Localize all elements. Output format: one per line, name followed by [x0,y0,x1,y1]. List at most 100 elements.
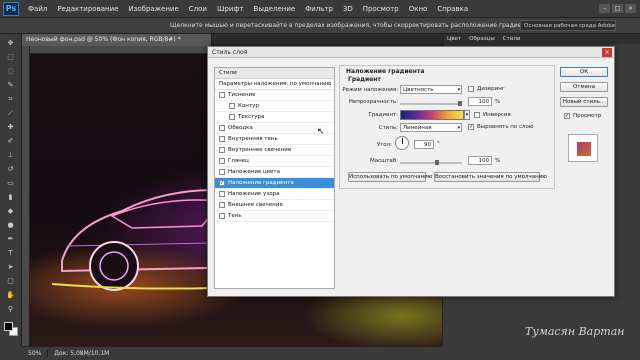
menu-type[interactable]: Шрифт [212,5,249,13]
opacity-slider[interactable] [400,101,462,106]
style-item[interactable]: Наложение цвета [215,167,334,178]
document-tab[interactable]: Неоновый фон.psd @ 50% (Фон копия, RGB/8… [22,34,212,46]
tab-styles[interactable]: Стили [499,34,525,44]
reverse-check[interactable] [474,112,480,118]
style-item-checkbox[interactable]: ✓ [219,180,225,186]
crop-tool-icon[interactable]: ⌗ [4,94,18,104]
style-item-checkbox[interactable] [219,202,225,208]
style-item[interactable]: Глянец [215,156,334,167]
tab-color[interactable]: Цвет [443,34,465,44]
brush-tool-icon[interactable]: ✐ [4,136,18,146]
opacity-input[interactable]: 100 [468,97,492,106]
style-item-checkbox[interactable] [219,213,225,219]
watermark: Тумасян Вартан [525,325,625,338]
preview-checkbox[interactable]: ✓ Просмотр [564,113,601,119]
window-controls: – □ × [599,4,640,13]
gradient-picker[interactable] [400,110,464,120]
gradient-dropdown-icon[interactable]: ▾ [464,110,470,120]
new-style-button[interactable]: Новый стиль... [560,97,608,107]
blending-options-item[interactable]: Параметры наложения: по умолчанию [215,79,334,90]
preview-check[interactable]: ✓ [564,113,570,119]
status-bar: 50% Док: 5,08M/10,1M [22,346,442,360]
style-preview [568,134,598,162]
style-item[interactable]: Тень [215,211,334,222]
gradient-overlay-settings: Наложение градиента Градиент Режим налож… [339,65,555,189]
dodge-tool-icon[interactable]: ● [4,220,18,230]
marquee-tool-icon[interactable]: ⬚ [4,52,18,62]
scale-slider[interactable] [400,160,462,165]
style-select[interactable]: Линейная ▾ [400,123,462,132]
opacity-label: Непрозрачность: [348,99,398,105]
style-item[interactable]: Наложение узора [215,189,334,200]
style-item[interactable]: Внутреннее свечение [215,145,334,156]
style-item-checkbox[interactable] [219,191,225,197]
menu-help[interactable]: Справка [432,5,473,13]
quick-select-tool-icon[interactable]: ✎ [4,80,18,90]
scale-input[interactable]: 100 [468,156,492,165]
shape-tool-icon[interactable]: ▢ [4,276,18,286]
minimize-button[interactable]: – [599,4,610,13]
eraser-tool-icon[interactable]: ▭ [4,178,18,188]
menu-file[interactable]: Файл [23,5,52,13]
move-tool-icon[interactable]: ✥ [4,38,18,48]
lasso-tool-icon[interactable]: ◌ [4,66,18,76]
zoom-tool-icon[interactable]: ⚲ [4,304,18,314]
style-item[interactable]: ✓ Наложение градиента [215,178,334,189]
dialog-close-button[interactable]: × [602,48,612,57]
opacity-slider-handle[interactable] [458,101,462,106]
menu-view[interactable]: Просмотр [358,5,404,13]
style-item-checkbox[interactable] [219,125,225,131]
dither-check[interactable] [468,86,474,92]
blur-tool-icon[interactable]: ◆ [4,206,18,216]
blend-mode-select[interactable]: Цветность ▾ [400,85,462,94]
angle-dial[interactable] [395,136,409,150]
pen-tool-icon[interactable]: ✒ [4,234,18,244]
stamp-tool-icon[interactable]: ⊥ [4,150,18,160]
dialog-title: Стиль слоя [208,47,614,58]
menu-edit[interactable]: Редактирование [52,5,123,13]
eyedropper-tool-icon[interactable]: ⟋ [4,108,18,118]
menu-image[interactable]: Изображение [123,5,183,13]
style-item-label: Внешнее свечение [228,201,283,208]
style-item-checkbox[interactable] [219,158,225,164]
style-item-checkbox[interactable] [219,92,225,98]
style-item-checkbox[interactable] [219,147,225,153]
chevron-down-icon: ▾ [457,125,460,131]
menu-window[interactable]: Окно [404,5,433,13]
type-tool-icon[interactable]: T [4,248,18,258]
align-checkbox[interactable]: ✓ Выровнять по слою [468,124,534,130]
tab-swatches[interactable]: Образцы [465,34,499,44]
reverse-checkbox[interactable]: Инверсия [474,112,511,118]
styles-header[interactable]: Стили [215,68,334,79]
menu-3d[interactable]: 3D [338,5,358,13]
healing-tool-icon[interactable]: ✚ [4,122,18,132]
reset-default-button[interactable]: Восстановить значения по умолчанию [434,172,547,182]
menu-layer[interactable]: Слои [184,5,212,13]
angle-input[interactable]: 90 [414,140,434,149]
style-item[interactable]: Текстура [215,112,334,123]
style-item-checkbox[interactable] [219,169,225,175]
menu-filter[interactable]: Фильтр [300,5,338,13]
style-item-checkbox[interactable] [219,136,225,142]
menu-select[interactable]: Выделение [249,5,301,13]
style-item-checkbox[interactable] [229,103,235,109]
workspace-select[interactable]: Основная рабочая среда Adobe Photoshop [520,20,616,31]
history-brush-icon[interactable]: ↺ [4,164,18,174]
ok-button[interactable]: ОК [560,67,608,77]
dither-checkbox[interactable]: Дизеринг [468,86,505,92]
align-check[interactable]: ✓ [468,124,474,130]
cancel-button[interactable]: Отмена [560,82,608,92]
close-window-button[interactable]: × [625,4,636,13]
hand-tool-icon[interactable]: ✋ [4,290,18,300]
make-default-button[interactable]: Использовать по умолчанию [348,172,432,182]
gradient-tool-icon[interactable]: ▮ [4,192,18,202]
foreground-color-swatch[interactable] [4,322,13,331]
scale-slider-handle[interactable] [434,160,439,165]
style-item[interactable]: Контур [215,101,334,112]
zoom-level[interactable]: 50% [22,350,49,357]
maximize-button[interactable]: □ [612,4,623,13]
style-item-checkbox[interactable] [229,114,235,120]
style-item[interactable]: Тиснение [215,90,334,101]
style-item[interactable]: Внешнее свечение [215,200,334,211]
path-select-icon[interactable]: ➤ [4,262,18,272]
